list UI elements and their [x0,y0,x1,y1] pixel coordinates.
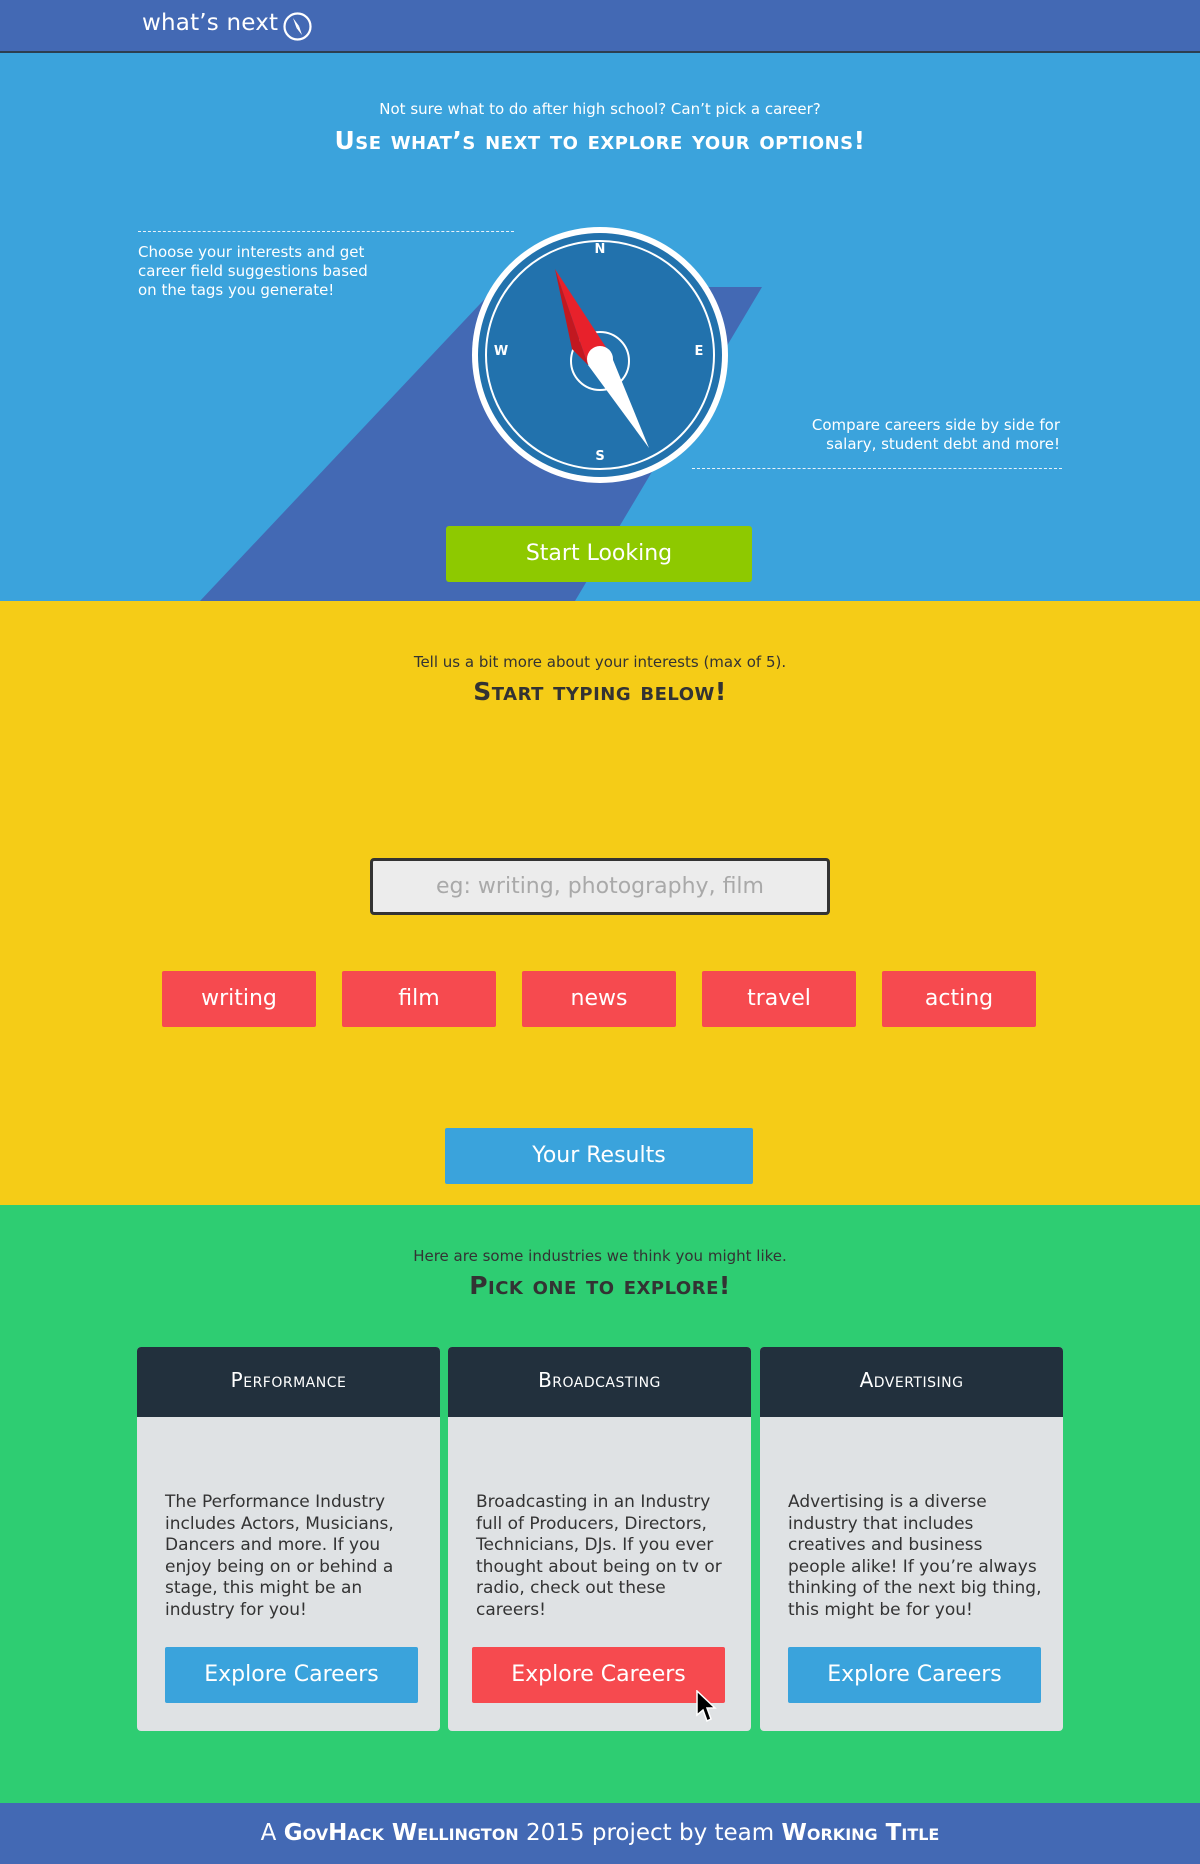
industry-card-advertising: Advertising Advertising is a diverse ind… [760,1347,1063,1731]
explore-careers-button[interactable]: Explore Careers [472,1647,725,1703]
hero-subtitle: Not sure what to do after high school? C… [379,100,821,118]
interests-section: Tell us a bit more about your interests … [0,601,1200,1205]
hero-title-brand: what’s next [390,126,541,155]
industries-title: Pick one to explore! [469,1271,731,1300]
footer: A GovHack Wellington 2015 project by tea… [0,1803,1200,1864]
hero-title: Use what’s next to explore your options! [0,126,1200,155]
compass-illustration: N E S W [472,227,728,483]
industry-card-title: Advertising [760,1347,1063,1417]
your-results-button[interactable]: Your Results [445,1128,753,1184]
hero-section: Not sure what to do after high school? C… [0,55,1200,601]
industry-card-description: Advertising is a diverse industry that i… [788,1492,1042,1620]
compass-n-label: N [595,242,606,257]
dashed-divider-left [138,231,514,232]
dashed-divider-right [692,468,1062,469]
industry-card-description: Broadcasting in an Industry full of Prod… [476,1492,722,1620]
interests-subtitle: Tell us a bit more about your interests … [413,653,787,671]
mouse-cursor-icon [696,1690,717,1723]
feature-note-compare: Compare careers side by side for salary,… [811,416,1060,453]
footer-middle: 2015 project by team [518,1820,782,1846]
top-nav: what’s next [0,0,1200,53]
interest-tag-travel[interactable]: travel [702,971,856,1027]
compass-s-label: S [595,449,604,464]
industry-card-title: Performance [137,1347,440,1417]
start-looking-button[interactable]: Start Looking [446,526,752,582]
industry-card-description: The Performance Industry includes Actors… [165,1492,394,1620]
industry-card-performance: Performance The Performance Industry inc… [137,1347,440,1731]
interest-tag-writing[interactable]: writing [162,971,316,1027]
industry-card-title: Broadcasting [448,1347,751,1417]
compass-w-label: W [494,344,508,359]
brand-logo-text[interactable]: what’s next [142,10,278,36]
hero-title-prefix: Use [334,126,391,155]
feature-note-interests: Choose your interests and get career fie… [138,243,368,299]
explore-careers-button[interactable]: Explore Careers [165,1647,418,1703]
footer-prefix: A [260,1820,284,1846]
industry-card-broadcasting: Broadcasting Broadcasting in an Industry… [448,1347,751,1731]
industries-section: Here are some industries we think you mi… [0,1205,1200,1803]
explore-careers-button[interactable]: Explore Careers [788,1647,1041,1703]
footer-event-name: GovHack Wellington [283,1820,519,1846]
compass-e-label: E [695,344,704,359]
interests-input[interactable] [370,858,830,915]
interest-tag-news[interactable]: news [522,971,676,1027]
interests-title: Start typing below! [473,677,727,706]
footer-team-name: Working Title [781,1820,940,1846]
industries-subtitle: Here are some industries we think you mi… [413,1247,787,1265]
hero-title-suffix: to explore your options! [540,126,866,155]
interest-tag-acting[interactable]: acting [882,971,1036,1027]
interest-tag-film[interactable]: film [342,971,496,1027]
compass-icon[interactable] [282,11,313,42]
